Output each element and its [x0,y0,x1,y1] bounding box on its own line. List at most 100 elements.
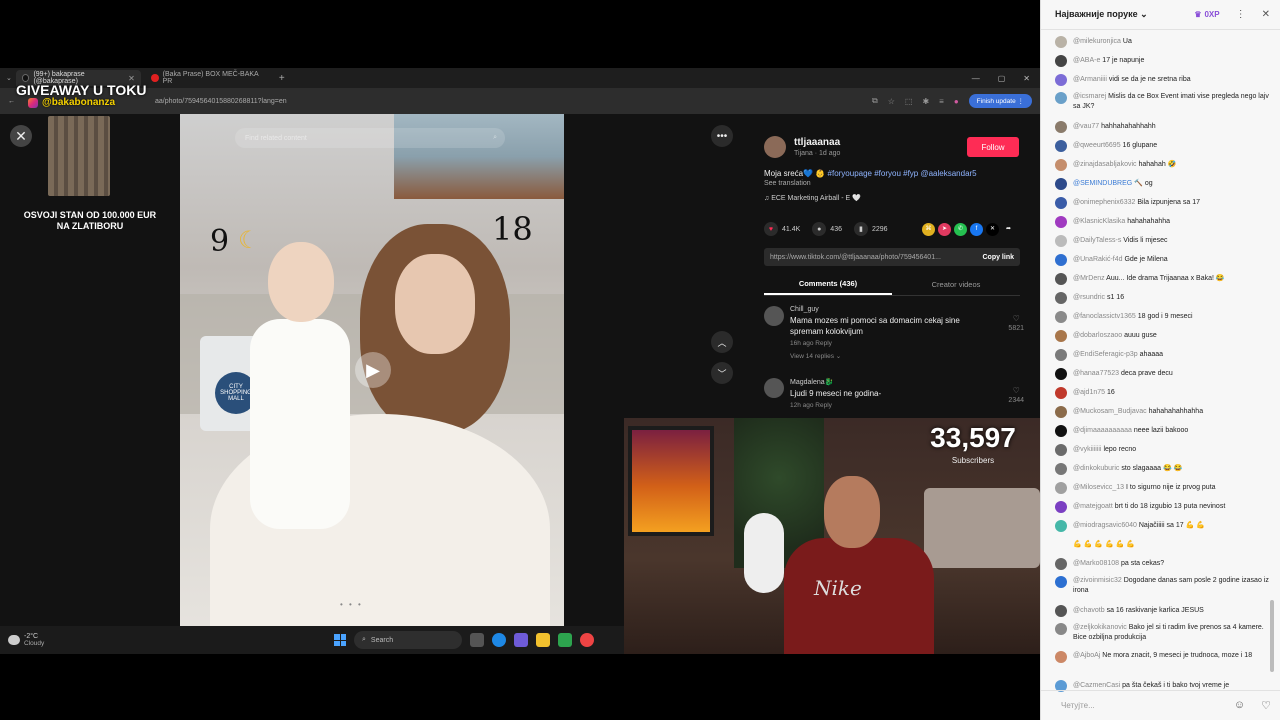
chat-author[interactable]: @ajd1n75 [1073,389,1105,396]
avatar[interactable] [764,136,786,158]
avatar[interactable] [1055,424,1067,437]
view-replies-link[interactable]: View 14 replies ⌄ [790,352,980,360]
task-view-icon[interactable] [470,633,484,647]
avatar[interactable] [1055,405,1067,418]
chat-filter-select[interactable]: Најважније поруке ⌄ [1055,9,1148,20]
avatar[interactable] [1055,348,1067,361]
avatar[interactable] [1055,329,1067,342]
see-translation-link[interactable]: See translation [764,180,811,187]
comment-stat[interactable]: ● 436 [812,222,842,236]
chat-author[interactable]: @matejgoatt [1073,503,1113,510]
chat-author[interactable]: @dobarloszaoo [1073,332,1122,339]
avatar[interactable] [1055,54,1067,67]
author-info[interactable]: ttljaaanaa Tijana · 1d ago [764,136,840,158]
tab-youtube[interactable]: (Baka Prase) BOX MEČ-BAKA PR [145,70,273,86]
chat-author[interactable]: @zivoinmisic32 [1073,577,1122,584]
avatar[interactable] [1055,576,1067,588]
author-name[interactable]: ttljaaanaa [794,137,840,148]
avatar[interactable] [1055,481,1067,494]
chevron-down-icon[interactable]: ﹀ [711,362,733,384]
avatar[interactable] [1055,92,1067,104]
avatar[interactable] [1055,500,1067,513]
chat-author[interactable]: @Marko08108 [1073,560,1119,567]
like-stat[interactable]: ♥ 41.4K [764,222,800,236]
play-icon[interactable]: ▶ [355,352,391,388]
copy-link-button[interactable]: Copy link [976,254,1020,261]
tab-comments[interactable]: Comments (436) [764,274,892,295]
taskbar-search[interactable]: ⌕ Search [354,631,462,649]
send-icon[interactable]: ➤ [938,223,951,236]
chat-author[interactable]: @zeljkokikanovic [1073,624,1127,631]
facebook-icon[interactable]: f [970,223,983,236]
chat-author[interactable]: @UnaRakić-f4d [1073,256,1123,263]
post-link[interactable]: https://www.tiktok.com/@ttljaaanaa/photo… [770,254,941,261]
chat-author[interactable]: @fanoclassictv1365 [1073,313,1136,320]
close-icon[interactable]: ✕ [10,125,32,147]
comment-meta[interactable]: 12h ago Reply [790,402,980,409]
avatar[interactable] [1055,139,1067,152]
chat-author[interactable]: @Milosevicc_13 [1073,484,1124,491]
chat-author[interactable]: @qweeurt6695 [1073,142,1121,149]
save-stat[interactable]: ▮ 2296 [853,222,888,236]
avatar[interactable] [1055,604,1067,617]
chevron-up-icon[interactable]: ︿ [711,331,733,353]
chat-author[interactable]: @ABA-e [1073,57,1100,64]
chat-input[interactable]: Четујте... ☺ ♡ [1041,690,1280,720]
chat-author[interactable]: @chavotb [1073,607,1105,614]
url-field[interactable]: aa/photo/7594564015880268811?lang=en [155,98,287,105]
tab-menu-icon[interactable]: ⌄ [6,74,12,82]
extension-icon[interactable]: ⬚ [905,97,913,106]
chat-author[interactable]: @DailyTaless-s [1073,237,1121,244]
avatar[interactable] [1055,196,1067,209]
share-icon[interactable]: ➦ [1002,223,1015,236]
avatar[interactable] [1055,120,1067,133]
weather-widget[interactable]: -2°C Cloudy [8,633,44,647]
chat-author[interactable]: @milekuronjica [1073,38,1121,45]
chat-scrollbar[interactable] [1270,600,1274,672]
file-explorer-icon[interactable] [536,633,550,647]
comment-author[interactable]: Magdalena🐉 [790,378,980,386]
chat-author[interactable]: @icsmarej [1073,93,1106,100]
follow-button[interactable]: Follow [967,137,1019,157]
more-options-icon[interactable]: ••• [711,125,733,147]
avatar[interactable] [1055,462,1067,475]
chat-author[interactable]: @rsundric [1073,294,1105,301]
avatar[interactable] [1055,310,1067,323]
comment-like[interactable]: ♡ 5821 [1008,314,1024,332]
carousel-dots[interactable]: • • • [340,600,363,609]
avatar[interactable] [1055,651,1067,663]
tab-search-icon[interactable]: ≡ [939,97,944,106]
embed-icon[interactable]: ⌘ [922,223,935,236]
photo-search-input[interactable]: Find related content ⌕ [235,128,505,148]
chat-author[interactable]: @vykiiiiiii [1073,446,1102,453]
chrome-icon[interactable] [580,633,594,647]
edge-icon[interactable] [492,633,506,647]
puzzle-icon[interactable]: ✱ [922,97,929,106]
more-vert-icon[interactable]: ⋮ [1236,9,1246,20]
avatar[interactable] [1055,443,1067,456]
emoji-icon[interactable]: ☺ [1234,699,1245,712]
xp-badge[interactable]: ♛ 0XP [1194,10,1219,19]
bookmark-star-icon[interactable]: ☆ [888,97,895,106]
install-icon[interactable]: ⧉ [872,96,878,106]
minimize-icon[interactable]: — [972,74,980,83]
back-icon[interactable]: ← [8,98,15,105]
avatar[interactable] [1055,35,1067,48]
avatar[interactable] [1055,215,1067,228]
caption-hashtags[interactable]: #foryoupage #foryou #fyp @aaleksandar5 [828,169,977,178]
avatar[interactable] [1055,557,1067,570]
chat-author[interactable]: @Armaniiii [1073,76,1107,83]
chat-author[interactable]: @djimaaaaaaaaaa [1073,427,1132,434]
chat-author[interactable]: @hanaa77523 [1073,370,1119,377]
chat-author[interactable]: @dinkokuburic [1073,465,1119,472]
x-icon[interactable]: ✕ [986,223,999,236]
avatar[interactable] [1055,291,1067,304]
chat-author[interactable]: @AjboAj [1073,652,1100,659]
music-track[interactable]: ♫ ECE Marketing Airball - E 🤍 [764,194,861,202]
avatar[interactable] [1055,519,1067,532]
search-icon[interactable]: ⌕ [493,134,497,142]
close-window-icon[interactable]: ✕ [1023,74,1030,83]
chat-author[interactable]: @MrDenz [1073,275,1105,282]
copilot-icon[interactable] [514,633,528,647]
avatar[interactable] [1055,386,1067,399]
